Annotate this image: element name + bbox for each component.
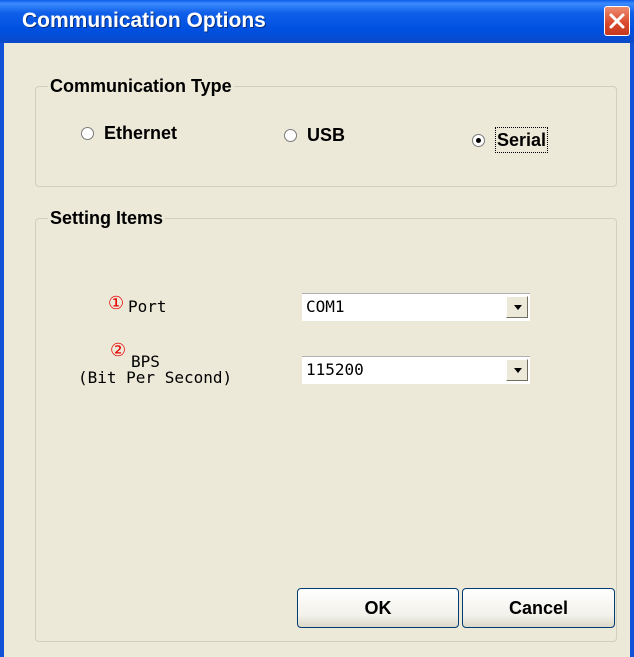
cancel-button[interactable]: Cancel <box>462 588 615 628</box>
chevron-down-icon <box>514 305 522 310</box>
title-bar[interactable]: Communication Options <box>0 0 634 43</box>
radio-ethernet[interactable]: Ethernet <box>81 121 177 145</box>
window-title: Communication Options <box>22 9 266 32</box>
setting-items-legend: Setting Items <box>48 205 166 231</box>
chevron-down-icon <box>514 368 522 373</box>
port-label: Port <box>128 297 167 316</box>
bps-marker: ② <box>110 340 127 360</box>
port-marker: ① <box>108 293 125 313</box>
bps-select-dropdown[interactable] <box>506 359 528 381</box>
communication-options-dialog: Communication Options Communication Type… <box>0 0 634 657</box>
radio-ethernet-label[interactable]: Ethernet <box>104 121 177 145</box>
communication-type-legend: Communication Type <box>48 73 234 99</box>
port-select-dropdown[interactable] <box>506 296 528 318</box>
port-select-value: COM1 <box>306 297 345 316</box>
bps-select[interactable]: 115200 <box>302 356 530 384</box>
port-select[interactable]: COM1 <box>302 293 530 321</box>
communication-type-group: Communication Type Ethernet USB Serial <box>35 73 617 187</box>
radio-usb-indicator[interactable] <box>284 128 297 142</box>
radio-usb[interactable]: USB <box>284 123 345 147</box>
ok-button[interactable]: OK <box>297 588 459 628</box>
setting-items-group: Setting Items <box>35 205 617 642</box>
radio-serial-label[interactable]: Serial <box>495 127 549 153</box>
bps-sublabel: (Bit Per Second) <box>78 368 233 387</box>
radio-serial[interactable]: Serial <box>472 127 549 153</box>
bps-select-value: 115200 <box>306 360 364 379</box>
close-button[interactable] <box>604 6 630 36</box>
close-icon <box>609 13 625 29</box>
radio-ethernet-indicator[interactable] <box>81 126 94 140</box>
radio-serial-indicator[interactable] <box>472 133 485 147</box>
radio-usb-label[interactable]: USB <box>307 123 345 147</box>
